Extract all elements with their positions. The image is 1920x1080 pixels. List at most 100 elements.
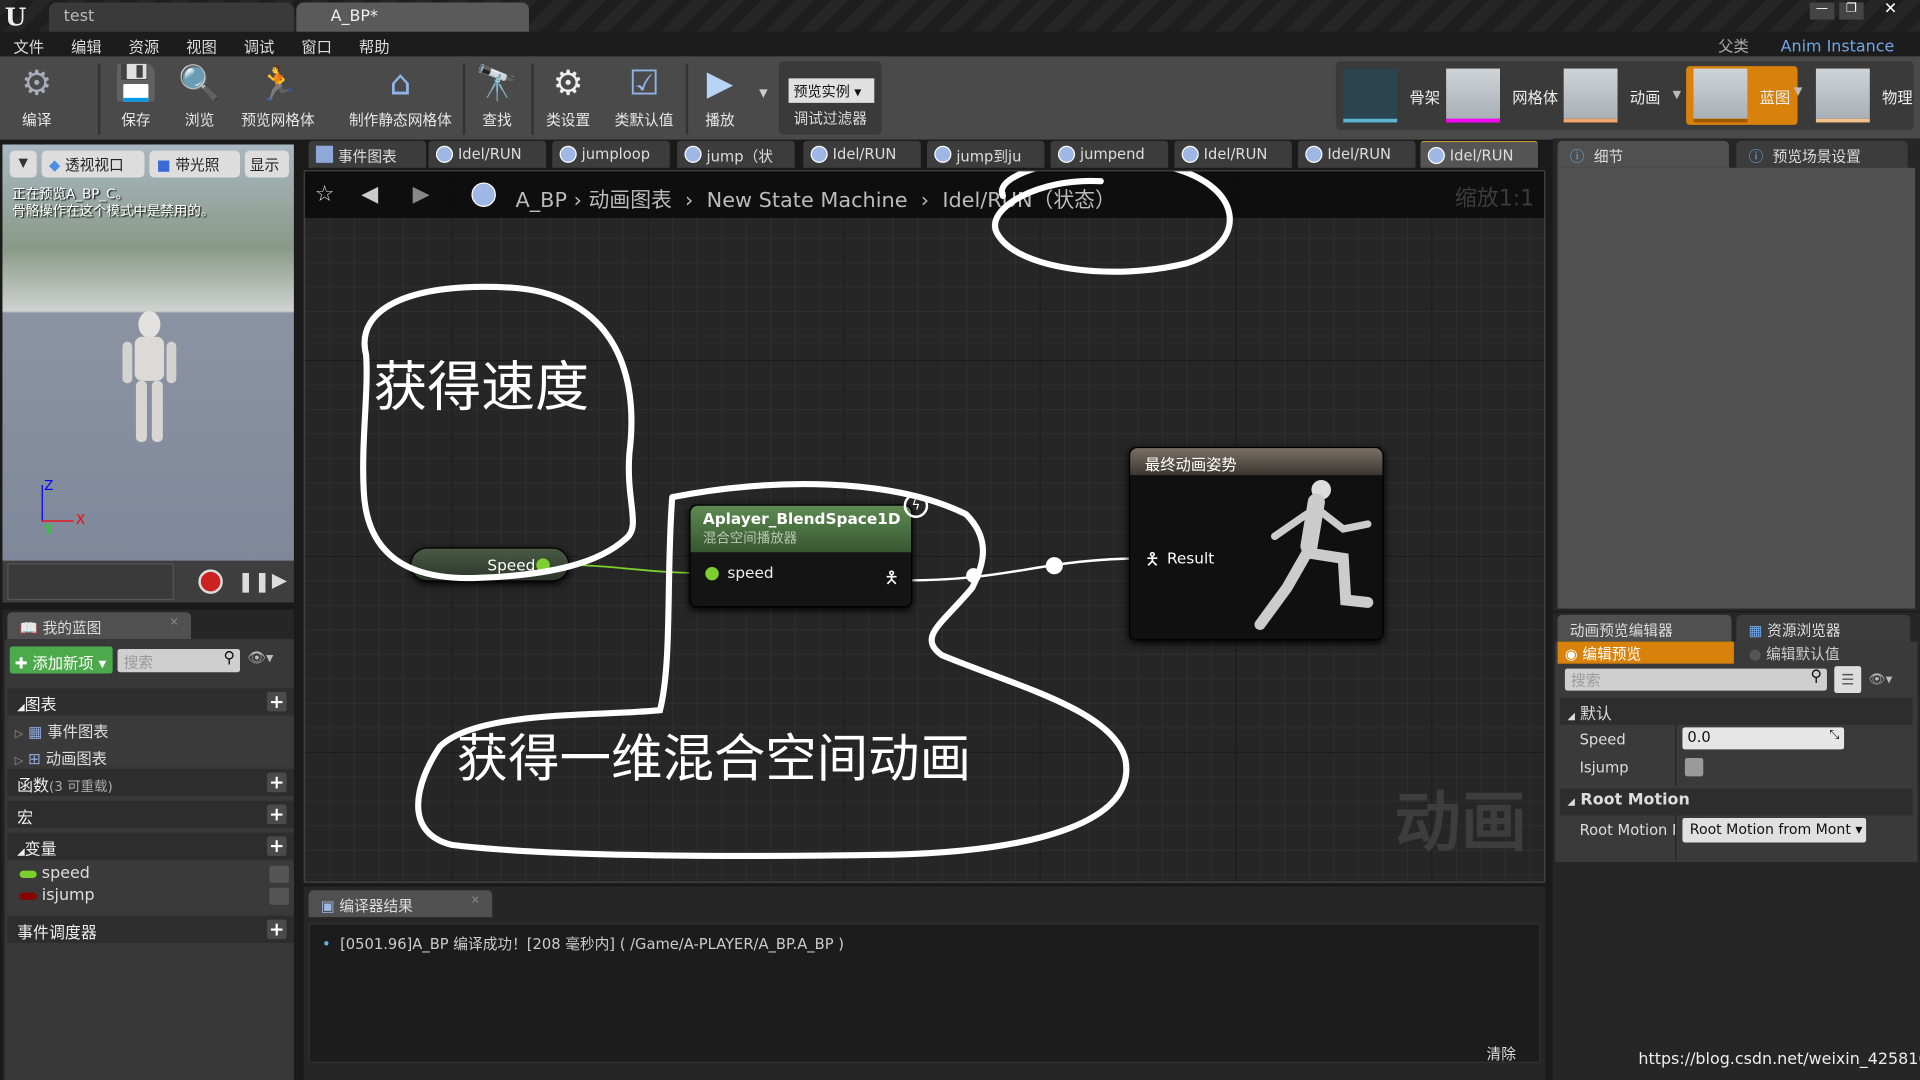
graph-tab[interactable]: Idel/RUN bbox=[1174, 140, 1292, 168]
variable-visibility-toggle[interactable] bbox=[269, 887, 289, 905]
menu-file[interactable]: 文件 bbox=[0, 32, 58, 56]
section-default[interactable]: ◢ 默认 bbox=[1560, 697, 1913, 725]
preview-mesh-button[interactable]: 🏃 预览网格体 bbox=[238, 61, 319, 134]
speed-property-input[interactable]: 0.0 ⤡ bbox=[1682, 727, 1845, 750]
section-graphs[interactable]: ◢图表 + bbox=[7, 688, 294, 716]
save-button[interactable]: 💾 保存 bbox=[108, 61, 164, 134]
anim-preview-search-input[interactable]: 搜索 ⚲ bbox=[1564, 667, 1827, 691]
add-dispatcher-button[interactable]: + bbox=[266, 919, 287, 940]
asset-grid-icon: ▦ bbox=[1748, 622, 1763, 640]
axis-z-label: Z bbox=[44, 477, 54, 494]
graph-tab[interactable]: jump到ju bbox=[926, 140, 1045, 168]
mode-skeleton[interactable]: 骨架 bbox=[1343, 68, 1440, 123]
class-defaults-button[interactable]: ☑ 类默认值 bbox=[610, 61, 679, 134]
graph-item-anim-graph[interactable]: ▷ ⊞ 动画图表 bbox=[7, 744, 294, 770]
anim-graph-icon: ⊞ bbox=[28, 749, 41, 768]
compile-button[interactable]: ⚙ 编译 bbox=[7, 61, 66, 134]
pause-button[interactable]: ❚❚ bbox=[238, 569, 271, 592]
graph-tab[interactable]: Idel/RUN bbox=[803, 140, 921, 168]
class-settings-button[interactable]: ⚙ 类设置 bbox=[541, 61, 595, 134]
section-root-motion[interactable]: ◢ Root Motion bbox=[1560, 788, 1913, 816]
details-tab[interactable]: ⓘ 细节 bbox=[1557, 140, 1729, 168]
make-static-mesh-button[interactable]: ⌂ 制作静态网格体 bbox=[345, 61, 455, 134]
menu-help[interactable]: 帮助 bbox=[345, 32, 403, 56]
graph-item-event-graph[interactable]: ▷ ▦ 事件图表 bbox=[7, 716, 294, 744]
event-graph-icon bbox=[315, 145, 334, 163]
menu-edit[interactable]: 编辑 bbox=[58, 32, 116, 56]
my-blueprint-search-input[interactable]: 搜索 ⚲ bbox=[117, 648, 241, 673]
isjump-checkbox[interactable] bbox=[1684, 757, 1704, 777]
add-graph-button[interactable]: + bbox=[266, 691, 287, 712]
perspective-button[interactable]: ◆ 透视视口 bbox=[41, 150, 145, 178]
tab-close-icon[interactable]: ✕ bbox=[170, 617, 179, 629]
section-variables[interactable]: ◢变量 + bbox=[7, 832, 294, 860]
menu-view[interactable]: 视图 bbox=[173, 32, 231, 56]
close-button[interactable]: ✕ bbox=[1873, 0, 1907, 20]
visibility-eye-icon[interactable]: 👁▾ bbox=[247, 649, 273, 666]
mode-physics[interactable]: 物理 bbox=[1815, 68, 1913, 123]
bool-type-pill-icon bbox=[19, 892, 37, 901]
add-variable-button[interactable]: + bbox=[266, 836, 287, 856]
physics-thumbnail-icon bbox=[1815, 68, 1870, 123]
show-button[interactable]: 显示 bbox=[244, 150, 289, 178]
edit-defaults-radio[interactable]: ● 编辑默认值 bbox=[1744, 642, 1845, 665]
my-blueprint-tab[interactable]: 📖 我的蓝图 ✕ bbox=[7, 612, 192, 640]
preview-instance-select[interactable]: 预览实例 ▾ bbox=[788, 78, 875, 103]
mode-animation[interactable]: 动画 ▼ bbox=[1563, 68, 1681, 123]
edit-preview-radio[interactable]: ◉ 编辑预览 bbox=[1557, 641, 1734, 664]
add-new-button[interactable]: ✚ 添加新项 ▾ bbox=[9, 646, 113, 674]
compiler-results-tab[interactable]: ▣ 编译器结果 ✕ bbox=[308, 890, 493, 918]
add-macro-button[interactable]: + bbox=[266, 804, 287, 825]
maximize-button[interactable]: ❐ bbox=[1839, 2, 1864, 20]
tab-close-icon[interactable]: ✕ bbox=[471, 895, 480, 907]
section-functions[interactable]: 函数(3 可重载) + bbox=[7, 768, 294, 796]
record-button[interactable] bbox=[198, 569, 223, 594]
view-options-list-icon[interactable]: ☰ bbox=[1834, 666, 1862, 694]
doc-tab-a-bp[interactable]: A_BP* bbox=[296, 2, 529, 32]
menu-debug[interactable]: 调试 bbox=[230, 32, 288, 56]
doc-tab-test[interactable]: test bbox=[48, 2, 294, 32]
graph-tab[interactable]: jumpend bbox=[1050, 140, 1169, 168]
mesh-thumbnail-icon bbox=[1446, 68, 1501, 123]
watermark-url: https://blog.csdn.net/weixin_42581660 bbox=[1638, 1050, 1920, 1069]
add-function-button[interactable]: + bbox=[266, 772, 287, 793]
parent-class-link[interactable]: Anim Instance bbox=[1767, 36, 1908, 59]
menu-window[interactable]: 窗口 bbox=[288, 32, 346, 56]
graph-tab-event-graph[interactable]: 事件图表 bbox=[308, 140, 427, 168]
blueprint-mode-dropdown[interactable]: ▼ bbox=[1794, 86, 1802, 98]
graph-canvas[interactable]: ☆ ◀ ▶ A_BP › 动画图表 › New State Machine › … bbox=[303, 170, 1546, 883]
menu-asset[interactable]: 资源 bbox=[115, 32, 173, 56]
viewport-options-button[interactable]: ▼ bbox=[9, 150, 37, 178]
clear-button[interactable]: 清除 bbox=[1487, 1043, 1516, 1064]
find-button[interactable]: 🔭 查找 bbox=[473, 61, 522, 134]
timeline-scrubber[interactable] bbox=[7, 563, 174, 601]
lit-button[interactable]: ■ 带光照 bbox=[149, 150, 241, 178]
debug-filter-group: 预览实例 ▾ 调试过滤器 bbox=[778, 61, 882, 135]
graph-tab[interactable]: jump（状 bbox=[677, 140, 795, 168]
compiler-results-panel: ▣ 编译器结果 ✕ • [0501.96]A_BP 编译成功！[208 毫秒内] … bbox=[303, 886, 1546, 1080]
visibility-eye-icon[interactable]: 👁▾ bbox=[1869, 671, 1893, 687]
section-event-dispatchers[interactable]: 事件调度器 + bbox=[7, 915, 294, 943]
play-options-dropdown[interactable]: ▼ bbox=[759, 88, 767, 100]
browse-button[interactable]: 🔍 浏览 bbox=[171, 61, 227, 134]
minimize-button[interactable]: — bbox=[1809, 2, 1835, 20]
graph-tab[interactable]: jumploop bbox=[552, 140, 670, 168]
variable-speed[interactable]: speed bbox=[7, 862, 294, 885]
mode-mesh[interactable]: 网格体 bbox=[1446, 68, 1558, 123]
root-motion-mode-select[interactable]: Root Motion from Mont ▾ bbox=[1682, 817, 1867, 843]
graph-tab-active[interactable]: Idel/RUN bbox=[1420, 140, 1538, 168]
anim-preview-editor-tab[interactable]: 动画预览编辑器 bbox=[1557, 614, 1732, 642]
step-forward-button[interactable]: ▶ bbox=[272, 568, 287, 591]
graph-tab[interactable]: Idel/RUN bbox=[428, 140, 547, 168]
mode-blueprint[interactable]: 蓝图 bbox=[1686, 66, 1798, 125]
preview-scene-settings-tab[interactable]: ⓘ 预览场景设置 bbox=[1736, 140, 1908, 168]
asset-browser-tab[interactable]: ▦ 资源浏览器 bbox=[1736, 614, 1911, 642]
variable-visibility-toggle[interactable] bbox=[269, 865, 289, 883]
compiler-message: • [0501.96]A_BP 编译成功！[208 毫秒内] ( /Game/A… bbox=[322, 935, 844, 953]
play-button[interactable]: ▶ 播放 bbox=[693, 61, 747, 134]
variable-isjump[interactable]: isjump bbox=[7, 885, 294, 906]
transition-icon bbox=[1181, 145, 1199, 163]
section-macros[interactable]: 宏 + bbox=[7, 800, 294, 828]
preview-viewport[interactable]: ▼ ◆ 透视视口 ■ 带光照 显示 正在预览A_BP_C。 骨骼操作在这个模式中是… bbox=[2, 144, 294, 561]
graph-tab[interactable]: Idel/RUN bbox=[1297, 140, 1416, 168]
